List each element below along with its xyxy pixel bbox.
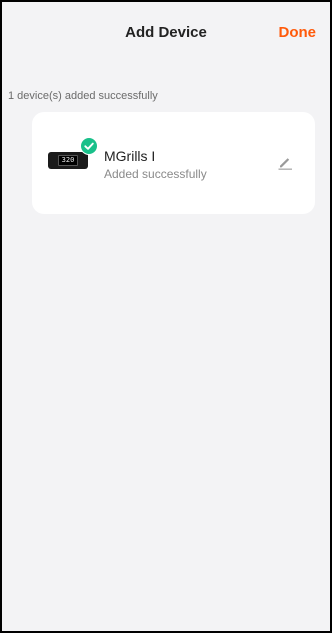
check-circle-icon <box>80 137 98 155</box>
done-button[interactable]: Done <box>279 24 317 41</box>
app-frame: Add Device Done 1 device(s) added succes… <box>0 0 332 633</box>
device-card[interactable]: 320 MGrills I Added successfully <box>32 112 315 214</box>
device-name: MGrills I <box>104 148 156 164</box>
device-status: Added successfully <box>104 167 207 181</box>
top-bar: Add Device Done <box>2 2 330 64</box>
pencil-icon[interactable] <box>277 154 293 170</box>
success-summary: 1 device(s) added successfully <box>8 90 158 102</box>
device-display-text: 320 <box>57 155 79 166</box>
device-thumbnail: 320 <box>48 152 88 169</box>
